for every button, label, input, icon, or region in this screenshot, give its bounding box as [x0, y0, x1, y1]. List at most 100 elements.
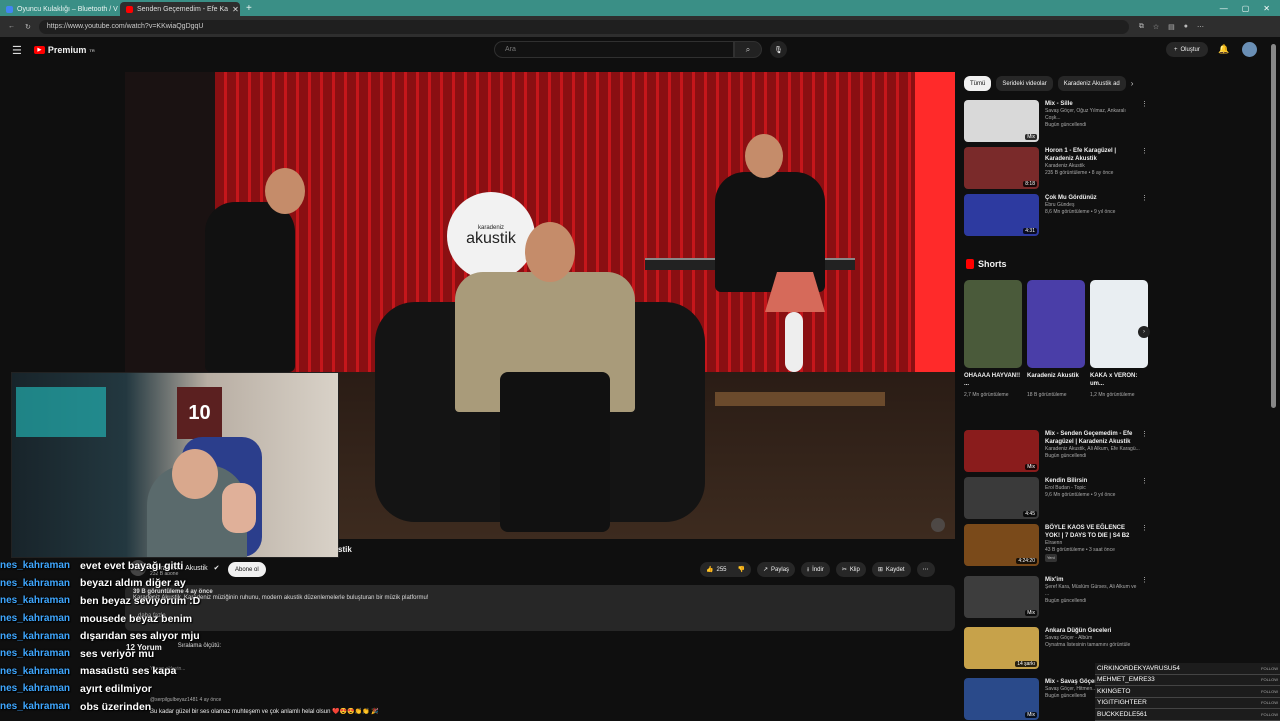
rec-item[interactable]: 4:31 Çok Mu Gördünüz Ebru Gündeş 8,6 Mn gö… — [964, 194, 1148, 236]
short-title[interactable]: Karadeniz Akustik — [1027, 372, 1085, 388]
browser-tab-2[interactable]: Senden Geçemedim - Efe Ka ✕ — [120, 2, 240, 16]
rec-title[interactable]: Mix - Sille — [1045, 100, 1140, 108]
profile-icon[interactable]: ● — [1184, 23, 1188, 31]
rec-item[interactable]: 8:18 Horon 1 - Efe Karagüzel | Karadeniz… — [964, 147, 1148, 189]
menu-icon[interactable]: ☰ — [12, 44, 22, 57]
short-item[interactable]: OHAAAA HAYVAN!! ... 2,7 Mn görüntüleme — [964, 280, 1022, 399]
more-actions-button[interactable]: ⋯ — [916, 562, 935, 577]
youtube-favicon — [126, 5, 133, 13]
show-more-link[interactable]: ...daha fazla — [133, 613, 947, 619]
kebab-menu-icon[interactable]: ⋮ — [1141, 477, 1148, 485]
rec-thumbnail[interactable]: 4:24:20 — [964, 524, 1039, 566]
chat-line: nes_kahraman evet evet bayağı gitti — [0, 557, 183, 575]
chat-user: nes_kahraman — [0, 577, 71, 589]
rec-title[interactable]: Mix'im — [1045, 576, 1140, 584]
extension-icon[interactable]: ⧉ — [1139, 23, 1144, 31]
channel-watermark[interactable] — [931, 518, 945, 532]
rec-item[interactable]: Mix Mix'im Şeref Kara, Müslüm Gürses, Ali… — [964, 576, 1148, 618]
save-button[interactable]: ⊞ Kaydet — [871, 562, 911, 577]
kebab-menu-icon[interactable]: ⋮ — [1141, 576, 1148, 584]
minimize-icon[interactable]: — — [1220, 4, 1228, 13]
back-icon[interactable]: ← — [8, 23, 15, 31]
short-thumbnail[interactable] — [964, 280, 1022, 368]
kebab-menu-icon[interactable]: ⋮ — [1141, 430, 1148, 438]
microphone-icon[interactable]: 🎙 — [770, 41, 787, 58]
rec-thumbnail[interactable]: 4:31 — [964, 194, 1039, 236]
webcam-jersey: 10 — [177, 387, 222, 439]
rec-thumbnail[interactable]: 4:45 — [964, 477, 1039, 519]
short-thumbnail[interactable] — [1090, 280, 1148, 368]
rec-thumbnail[interactable]: Mix — [964, 678, 1039, 720]
rec-thumbnail[interactable]: Mix — [964, 100, 1039, 142]
share-button[interactable]: ↗ Paylaş — [756, 562, 796, 577]
close-window-icon[interactable]: ✕ — [1263, 4, 1270, 13]
chip-channel[interactable]: Karadeniz Akustik ad — [1057, 76, 1126, 91]
rec-item[interactable]: Mix Mix - Sille Savaş Göçer, Oğuz Yılmaz,… — [964, 100, 1148, 142]
short-thumbnail[interactable] — [1027, 280, 1085, 368]
page-scrollbar[interactable] — [1271, 44, 1276, 408]
thumbs-down-icon[interactable]: 👎 — [738, 566, 745, 573]
search-icon[interactable]: ⌕ — [734, 41, 762, 58]
subscribe-button[interactable]: Abone ol — [228, 562, 266, 577]
rec-meta: 43 B görüntüleme • 3 saat önce — [1045, 547, 1115, 553]
shorts-header: Shorts — [966, 259, 1007, 269]
create-button[interactable]: + Oluştur — [1166, 42, 1208, 57]
collections-icon[interactable]: ▤ — [1168, 23, 1175, 31]
rec-duration: 4:45 — [1023, 511, 1037, 517]
clip-button[interactable]: ✂ Klip — [835, 562, 866, 577]
chevron-right-icon[interactable]: › — [1131, 79, 1134, 88]
musician-left — [205, 202, 295, 372]
rec-item[interactable]: 4:45 Kendin Bilirsin Erol Budan - Topic 9,… — [964, 477, 1148, 519]
rec-title[interactable]: Kendin Bilirsin — [1045, 477, 1140, 485]
rec-thumbnail[interactable]: 14 şarkı — [964, 627, 1039, 669]
kebab-menu-icon[interactable]: ⋮ — [1141, 147, 1148, 155]
avatar[interactable] — [1242, 42, 1257, 57]
notifications-icon[interactable]: 🔔 — [1218, 44, 1229, 55]
rec-item[interactable]: 4:24:20 BÖYLE KAOS VE EĞLENCE YOK! | 7 D… — [964, 524, 1148, 566]
description-box[interactable]: 39 B görüntüleme 4 ay önce Karadeniz Aku… — [125, 585, 955, 631]
filter-chips: Tümü Serideki videolar Karadeniz Akustik… — [964, 76, 1133, 91]
favorites-icon[interactable]: ☆ — [1153, 23, 1159, 31]
url-field[interactable]: https://www.youtube.com/watch?v=KKwiaQgD… — [38, 19, 1129, 34]
rec-thumbnail[interactable]: Mix — [964, 576, 1039, 618]
kebab-menu-icon[interactable]: ⋮ — [1141, 194, 1148, 202]
refresh-icon[interactable]: ↻ — [25, 23, 31, 31]
kebab-menu-icon[interactable]: ⋮ — [1141, 524, 1148, 532]
sort-button[interactable]: Sıralama ölçütü: — [178, 643, 221, 652]
chip-all[interactable]: Tümü — [964, 76, 992, 91]
shorts-next-icon[interactable]: › — [1138, 326, 1150, 338]
short-item[interactable]: Karadeniz Akustik 18 B görüntüleme — [1027, 280, 1085, 399]
short-title[interactable]: OHAAAA HAYVAN!! ... — [964, 372, 1022, 388]
search-input[interactable]: Ara — [494, 41, 734, 58]
rec-duration: Mix — [1025, 134, 1037, 140]
chip-series[interactable]: Serideki videolar — [996, 76, 1053, 91]
like-button[interactable]: 👍 255 👎 — [700, 562, 751, 577]
more-icon[interactable]: ⋯ — [1197, 23, 1204, 31]
share-label: Paylaş — [771, 566, 790, 573]
new-tab-button[interactable]: + — [240, 3, 258, 14]
rec-item[interactable]: Mix Mix - Senden Geçemedim - Efe Karagüz… — [964, 430, 1148, 472]
rec-title[interactable]: Ankara Düğün Geceleri — [1045, 627, 1140, 635]
rec-title[interactable]: Horon 1 - Efe Karagüzel | Karadeniz Akus… — [1045, 147, 1140, 163]
youtube-logo[interactable]: ▶ Premium TR — [33, 45, 95, 55]
rec-thumbnail[interactable]: Mix — [964, 430, 1039, 472]
karadeniz-akustik-sign: karadeniz akustik — [447, 192, 535, 280]
download-button[interactable]: ⭳ İndir — [801, 562, 830, 577]
short-item[interactable]: KAKÁ x VERÓN: um... 1,2 Mn görüntüleme — [1090, 280, 1148, 399]
chat-line: nes_kahraman ben beyaz seviyorum :D — [0, 592, 200, 610]
short-title[interactable]: KAKÁ x VERÓN: um... — [1090, 372, 1148, 388]
shorts-icon — [966, 259, 974, 269]
maximize-icon[interactable]: ▢ — [1242, 4, 1250, 13]
viewer-row: YIGITFIGHTEER FOLLOW — [1095, 698, 1280, 709]
country-code: TR — [89, 47, 95, 53]
rec-title[interactable]: Çok Mu Gördünüz — [1045, 194, 1140, 202]
rec-title[interactable]: Mix - Senden Geçemedim - Efe Karagüzel |… — [1045, 430, 1140, 446]
kebab-menu-icon[interactable]: ⋮ — [1141, 100, 1148, 108]
rec-thumbnail[interactable]: 8:18 — [964, 147, 1039, 189]
chat-message: dışarıdan ses alıyor mju — [80, 630, 200, 643]
browser-tab-1[interactable]: Oyuncu Kulaklığı – Bluetooth / V ✕ — [0, 2, 120, 16]
webcam-monitor — [16, 387, 106, 437]
rec-title[interactable]: BÖYLE KAOS VE EĞLENCE YOK! | 7 DAYS TO D… — [1045, 524, 1140, 540]
close-icon[interactable]: ✕ — [232, 5, 239, 14]
nav-buttons: ← ↻ — [0, 23, 39, 31]
